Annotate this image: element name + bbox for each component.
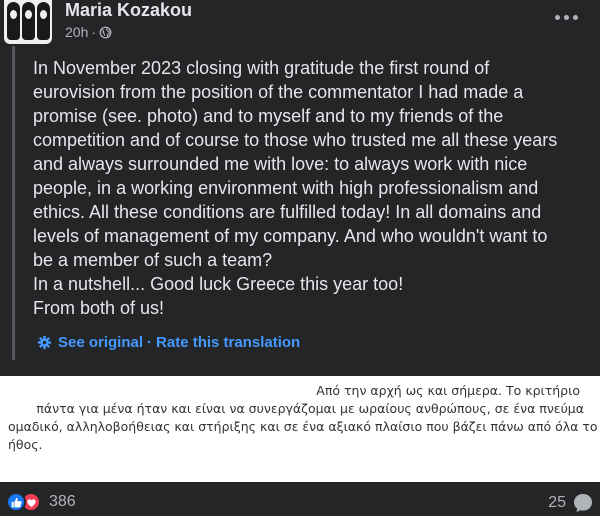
translated-post-body: In November 2023 closing with gratitude … (12, 46, 592, 360)
post-meta: 20h · (65, 24, 112, 40)
more-horizontal-icon (572, 14, 578, 20)
photo-text: Από την αρχή ως και σήμερα. Το κριτήριο … (8, 382, 598, 454)
photo-text-line: πάντα για μένα ήταν και είναι να συνεργά… (36, 401, 584, 416)
post-header: Maria Kozakou 20h · (0, 0, 600, 46)
translation-text: In November 2023 closing with gratitude … (33, 58, 558, 318)
author-name[interactable]: Maria Kozakou (65, 0, 192, 20)
like-icon (6, 492, 26, 512)
avatar-figure (7, 2, 20, 40)
rate-translation-link[interactable]: Rate this translation (156, 334, 300, 351)
comment-count: 25 (548, 494, 566, 511)
post-timestamp[interactable]: 20h (65, 24, 88, 40)
photo-text-line: Από την αρχή ως και σήμερα. Το κριτήριο (316, 383, 580, 398)
translation-actions: See original · Rate this translation (37, 334, 300, 351)
link-separator: · (147, 334, 153, 351)
comment-icon (574, 494, 592, 512)
avatar[interactable] (4, 0, 52, 44)
more-options-button[interactable] (548, 5, 584, 29)
more-horizontal-icon (554, 14, 560, 20)
see-original-link[interactable]: See original (58, 334, 143, 351)
avatar-figure (37, 2, 50, 40)
more-horizontal-icon (563, 14, 569, 20)
photo-text-line: ομαδικό, αλληλοβοήθειας και στήριξης και… (8, 419, 598, 434)
gear-icon (37, 335, 52, 350)
post-footer: 386 25 (0, 482, 600, 516)
reaction-count: 386 (49, 493, 76, 510)
meta-separator: · (91, 24, 97, 40)
reactions-summary[interactable]: 386 (6, 492, 76, 512)
avatar-figure (22, 2, 35, 40)
photo-text-line: ήθος. (8, 437, 43, 452)
post-photo[interactable]: Από την αρχή ως και σήμερα. Το κριτήριο … (0, 376, 600, 482)
globe-icon[interactable] (99, 26, 112, 39)
comments-summary[interactable]: 25 (548, 492, 594, 514)
